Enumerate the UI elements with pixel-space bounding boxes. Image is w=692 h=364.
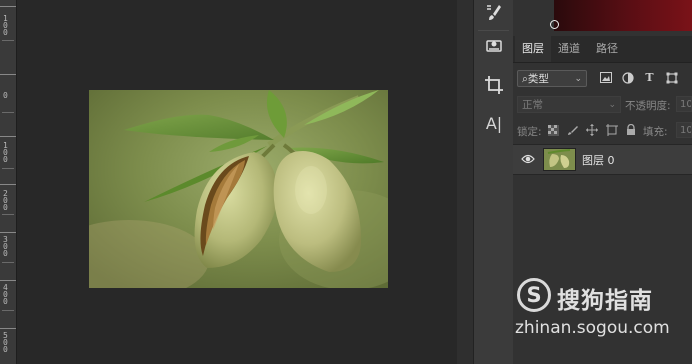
panel-icon-strip: A| [473,0,514,364]
filter-adjustment-icon[interactable] [621,71,634,84]
chevron-down-icon: ⌄ [608,100,616,110]
layer-thumbnail [543,148,576,171]
color-panel-strip [513,0,554,31]
panel-tabs: 图层 通道 路径 [513,36,692,63]
sogou-logo-letter: S [526,283,542,307]
ruler-tick [0,74,16,75]
ruler-tick [0,6,16,7]
fill-label: 填充: [643,126,668,138]
ruler-label: 1 0 0 [3,14,8,37]
ruler-label: 0 [3,91,8,100]
lock-move-icon[interactable] [586,124,598,136]
lock-all-icon[interactable] [625,124,637,136]
tab-channels[interactable]: 通道 [551,36,587,62]
filter-pixel-icon[interactable] [599,71,612,84]
color-picker-handle[interactable] [550,20,559,29]
ruler-tick [0,136,16,137]
layer-name: 图层 0 [582,154,615,167]
panel-gutter [457,0,473,364]
filter-type-icon[interactable]: T [643,71,656,84]
document-image[interactable] [89,90,388,288]
filter-shape-icon[interactable] [665,71,678,84]
ruler-label: 2 0 0 [3,189,8,212]
opacity-input[interactable]: 100 [676,96,692,112]
lock-artboard-icon[interactable] [606,124,618,136]
tab-paths[interactable]: 路径 [589,36,625,62]
ruler-label: 1 0 0 [3,141,8,164]
ruler-tick [0,328,16,329]
document-canvas[interactable] [17,0,457,364]
blend-mode-select[interactable]: 正常 ⌄ [517,96,621,113]
lock-label: 锁定: [517,126,542,138]
layer-row[interactable]: 图层 0 [513,144,692,175]
ruler-label: 3 0 0 [3,235,8,258]
strip-divider [478,30,509,31]
ruler-tick [0,184,16,185]
almond-photo [89,90,388,288]
eye-icon[interactable] [521,153,535,165]
chevron-down-icon: ⌄ [574,74,582,84]
crop-icon[interactable] [480,72,508,98]
blend-mode-value: 正常 [522,99,543,111]
sogou-logo-icon: S [517,278,551,312]
fill-input[interactable]: 100 [676,122,692,138]
tab-layers[interactable]: 图层 [515,36,551,62]
lock-brush-icon[interactable] [566,124,578,136]
ruler-label: 5 0 0 [3,331,8,354]
layer-filter-row: ⌕类型 ⌄ T [513,66,692,92]
ruler-tick [0,280,16,281]
ruler-tick [2,214,14,215]
ruler-label: 4 0 0 [3,283,8,306]
properties-icon[interactable] [480,33,508,59]
ruler-tick [2,40,14,41]
layer-filter-select[interactable]: ⌕类型 ⌄ [517,70,587,87]
opacity-label: 不透明度: [625,100,671,112]
lock-row: 锁定: 填充: 100 [513,119,692,143]
blend-row: 正常 ⌄ 不透明度: 100 [513,93,692,117]
character-icon[interactable]: A| [480,110,508,136]
filter-type-label: 类型 [527,73,549,85]
ruler-tick [2,262,14,263]
ruler-tick [2,168,14,169]
ruler-tick [0,232,16,233]
lock-transparent-icon[interactable] [547,124,559,136]
watermark-url: zhinan.sogou.com [515,318,670,338]
color-picker-field[interactable] [550,0,692,31]
brush-settings-icon[interactable] [480,0,508,26]
vertical-ruler[interactable]: 1 0 0 0 1 0 0 2 0 0 3 0 0 4 0 0 5 0 0 [0,0,17,364]
watermark-title: 搜狗指南 [557,288,653,314]
ruler-tick [2,310,14,311]
ruler-tick [2,112,14,113]
